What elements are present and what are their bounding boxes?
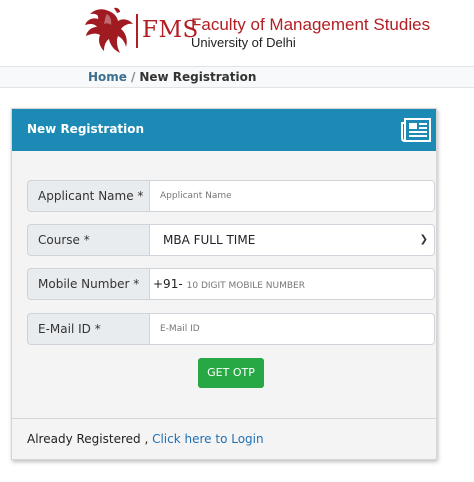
breadcrumb-bar: Home / New Registration <box>0 66 474 88</box>
breadcrumb-separator: / <box>130 70 136 84</box>
card-footer: Already Registered , Click here to Login <box>12 418 436 459</box>
email-input[interactable]: E-Mail ID <box>149 313 435 345</box>
mobile-group: Mobile Number * +91- 10 DIGIT MOBILE NUMB… <box>27 268 435 300</box>
course-label: Course * <box>27 224 149 256</box>
mobile-placeholder: 10 DIGIT MOBILE NUMBER <box>186 281 305 291</box>
course-group: Course * MBA FULL TIME ❯ <box>27 224 435 256</box>
chevron-down-icon: ❯ <box>419 234 428 245</box>
course-selected-value: MBA FULL TIME <box>163 233 256 247</box>
applicant-name-input[interactable]: Applicant Name <box>149 180 435 212</box>
course-select[interactable]: MBA FULL TIME ❯ <box>149 224 435 256</box>
institution-title: Faculty of Management Studies <box>191 15 431 34</box>
breadcrumb: Home / New Registration <box>88 70 256 84</box>
breadcrumb-current: New Registration <box>139 70 257 84</box>
eagle-logo-icon[interactable] <box>84 4 134 56</box>
applicant-name-group: Applicant Name * Applicant Name <box>27 180 435 212</box>
card-header: New Registration <box>12 109 436 151</box>
mobile-input[interactable]: +91- 10 DIGIT MOBILE NUMBER <box>149 268 435 300</box>
mobile-prefix: +91- <box>153 277 183 291</box>
applicant-name-label: Applicant Name * <box>27 180 149 212</box>
get-otp-button[interactable]: GET OTP <box>198 358 264 388</box>
logo-divider <box>136 14 138 48</box>
institution-subtitle: University of Delhi <box>191 35 296 50</box>
already-registered-text: Already Registered , <box>27 432 149 446</box>
site-header: FMS Faculty of Management Studies Univer… <box>0 0 474 64</box>
newspaper-icon <box>401 118 431 142</box>
registration-card: New Registration Applicant Name * Applic… <box>11 108 437 460</box>
email-label: E-Mail ID * <box>27 313 149 345</box>
mobile-label: Mobile Number * <box>27 268 149 300</box>
email-group: E-Mail ID * E-Mail ID <box>27 313 435 345</box>
card-title: New Registration <box>27 122 145 136</box>
login-link[interactable]: Click here to Login <box>152 432 264 446</box>
breadcrumb-home-link[interactable]: Home <box>88 70 127 84</box>
login-prompt: Already Registered , Click here to Login <box>27 432 264 446</box>
